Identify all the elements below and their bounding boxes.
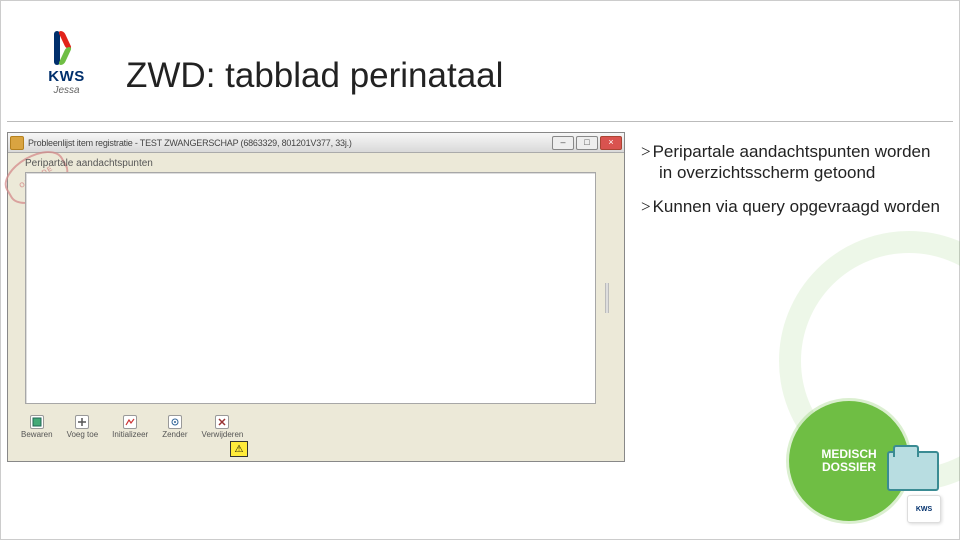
bewaren-button[interactable]: Bewaren [21, 415, 53, 439]
bullet-item-2: Kunnen via query opgevraagd worden [641, 196, 941, 217]
voeg-toe-button[interactable]: Voeg toe [67, 415, 99, 439]
zender-label: Zender [162, 430, 187, 439]
logo-text-jessa: Jessa [39, 85, 94, 96]
sender-icon [168, 415, 182, 429]
maximize-button[interactable]: □ [576, 136, 598, 150]
mini-badge-kws: KWS [907, 495, 941, 523]
delete-icon [215, 415, 229, 429]
verwijderen-button[interactable]: Verwijderen [202, 415, 244, 439]
peripartale-textarea[interactable] [25, 172, 596, 404]
warning-icon[interactable]: ⚠ [230, 441, 248, 457]
initializeer-button[interactable]: Initializeer [112, 415, 148, 439]
bullet-list: Peripartale aandachtspunten worden in ov… [641, 141, 941, 229]
logo-text-kws: KWS [39, 68, 94, 85]
save-icon [30, 415, 44, 429]
section-label: Peripartale aandachtspunten [25, 158, 153, 169]
window-buttons: – □ × [552, 136, 622, 150]
logo-kws-jessa: KWS Jessa [39, 31, 94, 96]
bullet-item-1: Peripartale aandachtspunten worden in ov… [641, 141, 941, 184]
badge-line2: DOSSIER [822, 460, 876, 474]
slide: KWS Jessa ZWD: tabblad perinataal Proble… [0, 0, 960, 540]
medisch-dossier-badge: MEDISCHDOSSIER KWS [779, 399, 939, 529]
page-title: ZWD: tabblad perinataal [126, 56, 503, 96]
folder-icon [887, 451, 939, 491]
initializeer-label: Initializeer [112, 430, 148, 439]
zender-button[interactable]: Zender [162, 415, 187, 439]
verwijderen-label: Verwijderen [202, 430, 244, 439]
badge-line1: MEDISCH [821, 447, 876, 461]
app-window: Probleenlijst item registratie - TEST ZW… [7, 132, 625, 462]
voeg-toe-label: Voeg toe [67, 430, 99, 439]
window-titlebar: Probleenlijst item registratie - TEST ZW… [8, 133, 624, 153]
add-icon [75, 415, 89, 429]
logo-k-icon [52, 31, 82, 65]
bottom-toolbar: Bewaren Voeg toe Initializeer Zender Ver… [21, 421, 611, 439]
close-button[interactable]: × [600, 136, 622, 150]
bewaren-label: Bewaren [21, 430, 53, 439]
window-icon [10, 136, 24, 150]
resize-handle[interactable] [605, 283, 609, 313]
divider [7, 121, 953, 122]
window-title: Probleenlijst item registratie - TEST ZW… [28, 138, 552, 148]
init-icon [123, 415, 137, 429]
minimize-button[interactable]: – [552, 136, 574, 150]
